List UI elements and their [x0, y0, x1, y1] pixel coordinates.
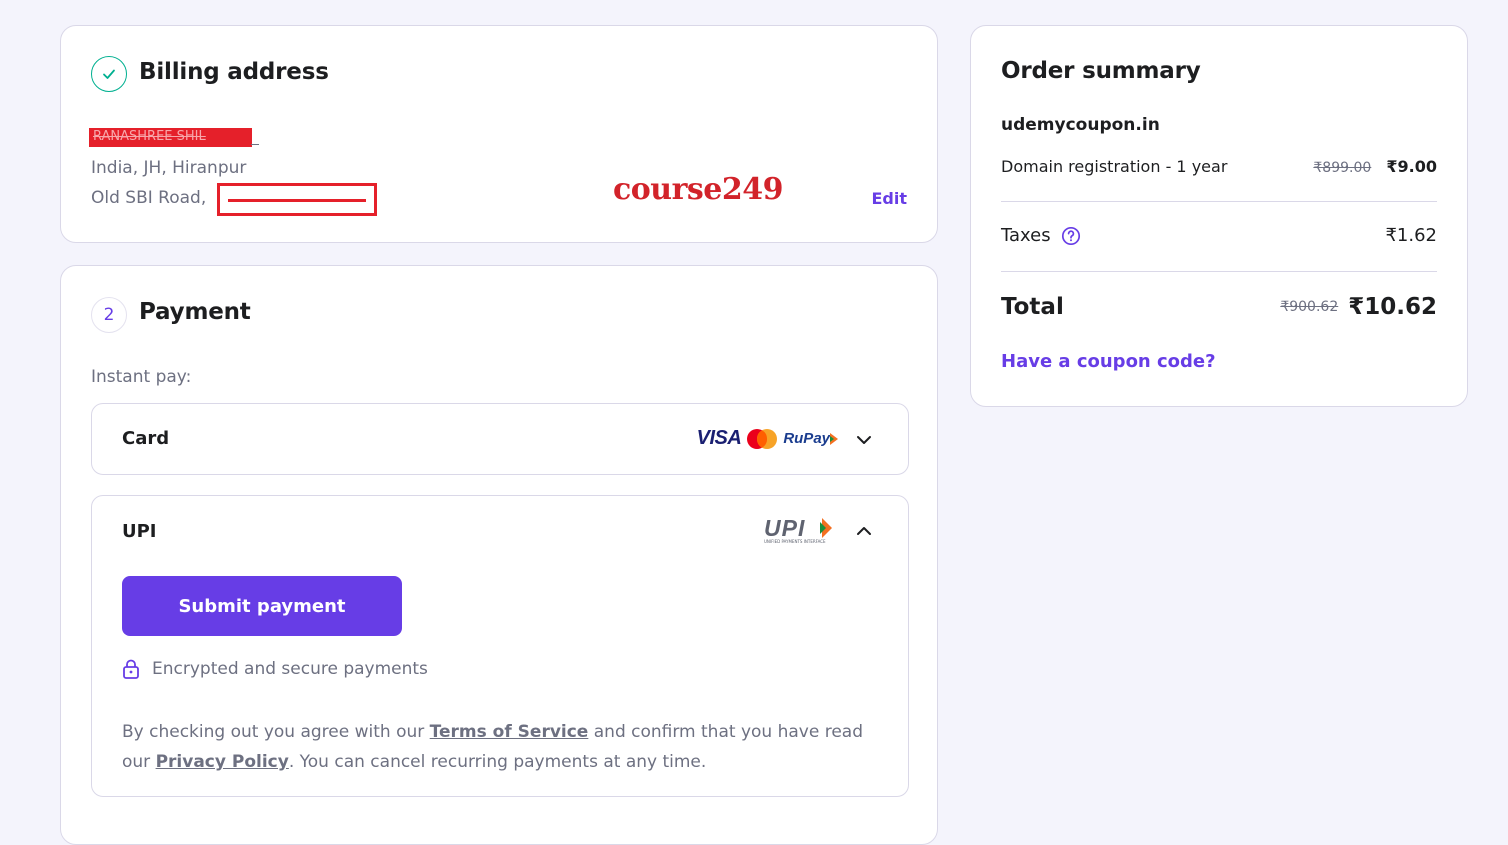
chevron-up-icon[interactable]: [856, 523, 872, 539]
privacy-policy-link[interactable]: Privacy Policy: [156, 752, 289, 772]
taxes-label: Taxes: [1001, 225, 1051, 246]
item-old-price: ₹899.00: [1313, 160, 1372, 176]
total-label: Total: [1001, 294, 1064, 320]
secure-payments-note: Encrypted and secure payments: [122, 659, 428, 679]
address-line-2: Old SBI Road,: [91, 188, 207, 208]
chevron-down-icon[interactable]: [856, 432, 872, 448]
mastercard-logo: [747, 428, 778, 449]
divider: [1001, 271, 1437, 272]
secure-payments-text: Encrypted and secure payments: [152, 659, 428, 679]
lock-icon: [123, 659, 139, 679]
step-number: 2: [91, 297, 127, 333]
card-payment-option[interactable]: Card VISA RuPay: [91, 403, 909, 475]
payment-title: Payment: [139, 299, 251, 325]
domain-name: udemycoupon.in: [1001, 115, 1160, 135]
upi-label: UPI: [122, 521, 157, 542]
visa-logo: VISA: [696, 427, 742, 449]
card-brand-logos: VISA RuPay: [697, 427, 838, 450]
rupay-logo: RuPay: [783, 430, 838, 447]
item-price: ₹9.00: [1386, 157, 1437, 176]
taxes-value: ₹1.62: [1385, 225, 1437, 246]
billing-title: Billing address: [139, 59, 329, 85]
total-value: ₹10.62: [1348, 294, 1437, 320]
watermark: course249: [613, 172, 784, 207]
question-icon[interactable]: [1061, 226, 1081, 246]
billing-address-card: Billing address RANASHREE SHIL India, JH…: [60, 25, 938, 243]
domain-registration-row: Domain registration - 1 year ₹899.00 ₹9.…: [1001, 157, 1437, 176]
address-line-1: India, JH, Hiranpur: [91, 158, 247, 178]
redacted-address: [217, 183, 377, 216]
instant-pay-label: Instant pay:: [91, 367, 192, 387]
divider: [1001, 201, 1437, 202]
total-old-price: ₹900.62: [1280, 299, 1339, 315]
redaction-underline: [251, 144, 259, 145]
edit-billing-link[interactable]: Edit: [871, 189, 907, 208]
check-icon: [91, 56, 127, 92]
upi-payment-option[interactable]: UPI UPI UNIFIED PAYMENTS INTERFACE Submi…: [91, 495, 909, 797]
total-row: Total ₹900.62 ₹10.62: [1001, 294, 1437, 320]
order-summary-title: Order summary: [1001, 58, 1201, 84]
redacted-name: RANASHREE SHIL: [89, 128, 252, 147]
coupon-code-link[interactable]: Have a coupon code?: [1001, 351, 1216, 372]
terms-of-service-link[interactable]: Terms of Service: [430, 722, 589, 742]
taxes-row: Taxes ₹1.62: [1001, 225, 1437, 246]
terms-text: By checking out you agree with our Terms…: [122, 722, 863, 772]
item-label: Domain registration - 1 year: [1001, 157, 1228, 176]
upi-logo: UPI UNIFIED PAYMENTS INTERFACE: [764, 515, 838, 546]
order-summary-card: Order summary udemycoupon.in Domain regi…: [970, 25, 1468, 407]
card-label: Card: [122, 428, 170, 449]
submit-payment-button[interactable]: Submit payment: [122, 576, 402, 636]
payment-card: 2 Payment Instant pay: Card VISA RuPay U…: [60, 265, 938, 845]
